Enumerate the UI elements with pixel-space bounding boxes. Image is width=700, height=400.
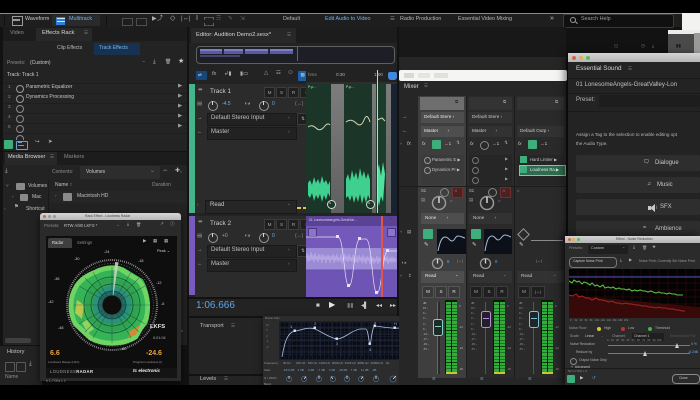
svg-text:H: H: [394, 322, 397, 326]
svg-text:5: 5: [374, 322, 377, 325]
svg-text:2: 2: [314, 322, 317, 326]
svg-text:4: 4: [369, 347, 372, 352]
svg-text:3: 3: [336, 341, 339, 346]
